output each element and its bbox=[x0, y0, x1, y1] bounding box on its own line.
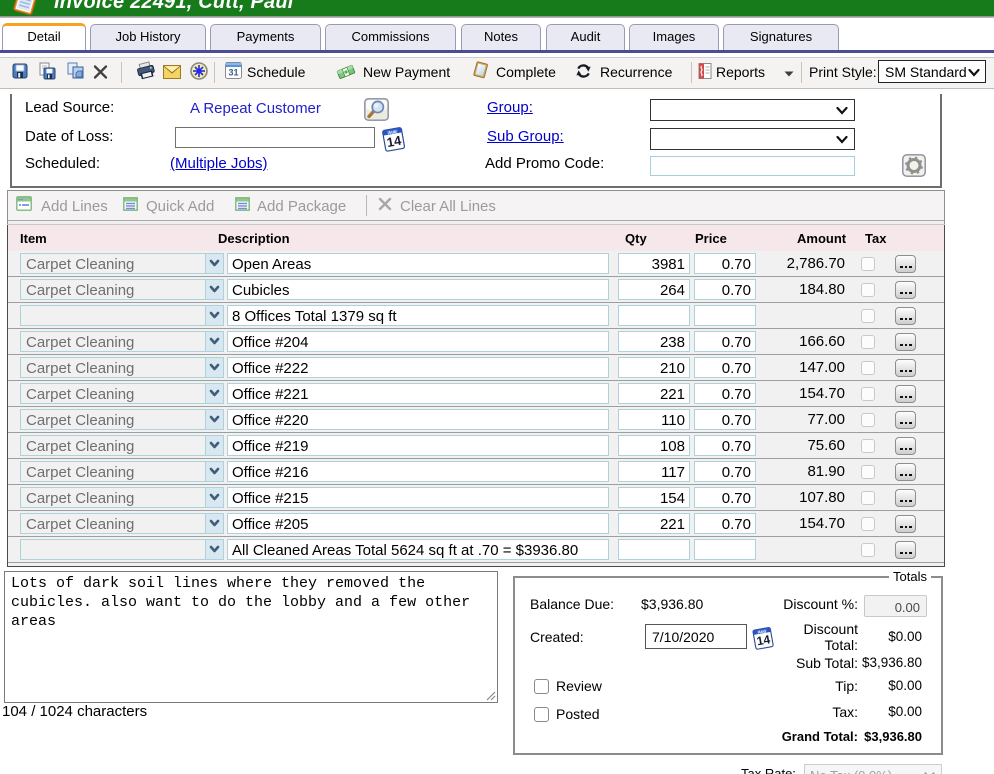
svg-text:31: 31 bbox=[228, 68, 238, 78]
